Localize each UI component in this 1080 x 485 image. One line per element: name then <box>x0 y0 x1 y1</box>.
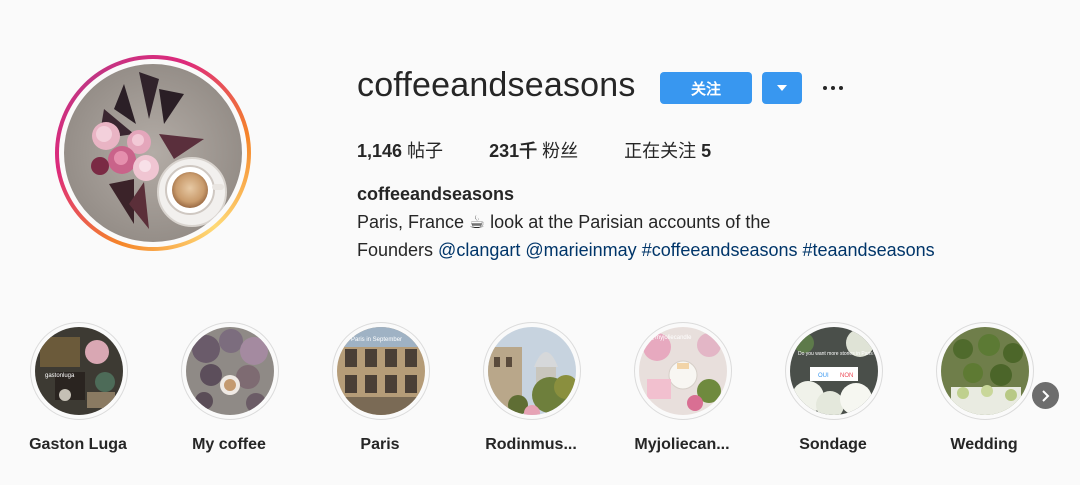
bio-line-2-prefix: Founders <box>357 240 439 260</box>
bio-full-name: coffeeandseasons <box>357 184 515 204</box>
more-horizontal-icon <box>823 86 843 90</box>
highlight-thumbnail: @myjoliecandle <box>639 327 727 415</box>
following-count[interactable]: 正在关注 5 <box>624 137 711 163</box>
chevron-right-icon <box>1042 389 1050 402</box>
poll-option-oui: OUI <box>818 373 829 379</box>
follow-button[interactable]: 关注 <box>660 72 752 104</box>
bio-hashtag-teaandseasons[interactable]: #teaandseasons <box>803 240 935 260</box>
avatar[interactable] <box>64 64 242 242</box>
highlight-cover[interactable]: @myjoliecandle <box>634 322 732 420</box>
highlight-label: Sondage <box>799 436 867 453</box>
bio-link-clangart[interactable]: @clangart <box>438 240 520 260</box>
profile-avatar-ring[interactable] <box>55 55 251 251</box>
profile-stats: 1,146 帖子 231千 粉丝 正在关注 5 <box>357 137 757 163</box>
posts-label: 帖子 <box>407 141 444 162</box>
more-options-button[interactable] <box>818 74 848 102</box>
highlight-cover[interactable] <box>936 322 1034 420</box>
posts-value: 1,146 <box>357 141 403 161</box>
highlight-cover[interactable] <box>181 322 279 420</box>
highlight-cover-text: @myjoliecandle <box>649 335 692 341</box>
profile-username: coffeeandseasons <box>357 66 636 104</box>
highlight-thumbnail <box>941 327 1029 415</box>
highlight-cover-text: Do you want more stories in Paris? <box>798 351 876 357</box>
highlight-thumbnail: gastonluga <box>35 327 123 415</box>
highlight-cover-text: Paris in September <box>351 337 402 343</box>
bio-link-marieinmay[interactable]: @marieinmay <box>525 240 636 260</box>
highlight-label: Wedding <box>950 436 1018 453</box>
highlight-cover[interactable]: Paris in September <box>332 322 430 420</box>
highlight-thumbnail: Do you want more stories in Paris? OUI N… <box>790 327 878 415</box>
highlight-label: My coffee <box>192 436 266 453</box>
highlight-thumbnail: Paris in September <box>337 327 425 415</box>
suggestions-dropdown-button[interactable] <box>762 72 802 104</box>
highlight-thumbnail <box>488 327 576 415</box>
followers-value: 231千 <box>489 141 538 161</box>
posts-count: 1,146 帖子 <box>357 137 443 163</box>
followers-count[interactable]: 231千 粉丝 <box>489 137 578 163</box>
avatar-image <box>64 64 242 242</box>
bio-hashtag-coffeeandseasons[interactable]: #coffeeandseasons <box>642 240 798 260</box>
caret-down-icon <box>777 85 787 91</box>
poll-option-non: NON <box>840 373 853 379</box>
highlight-label: Myjoliecan... <box>634 436 730 453</box>
highlight-cover-text: gastonluga <box>45 373 75 379</box>
highlight-thumbnail <box>186 327 274 415</box>
bio-line-1: Paris, France ☕ look at the Parisian acc… <box>357 212 771 232</box>
highlight-cover[interactable]: gastonluga <box>30 322 128 420</box>
highlights-next-button[interactable] <box>1032 382 1059 409</box>
highlight-label: Rodinmus... <box>485 436 577 453</box>
highlight-label: Gaston Luga <box>29 436 127 453</box>
following-value: 5 <box>701 141 712 161</box>
highlight-cover[interactable] <box>483 322 581 420</box>
followers-label: 粉丝 <box>542 141 579 162</box>
avatar-border <box>59 59 247 247</box>
highlight-cover[interactable]: Do you want more stories in Paris? OUI N… <box>785 322 883 420</box>
bio-line-2: Founders @clangart @marieinmay #coffeean… <box>357 240 935 261</box>
following-label: 正在关注 <box>624 141 697 162</box>
highlight-label: Paris <box>360 436 400 453</box>
